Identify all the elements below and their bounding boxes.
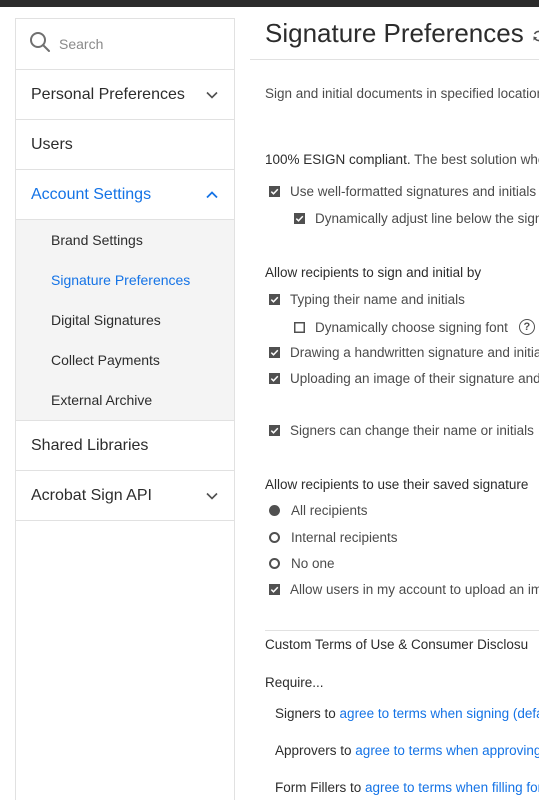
change-name-option[interactable]: Signers can change their name or initial…: [269, 422, 539, 438]
sidebar: Search Personal Preferences Users Accoun…: [15, 18, 235, 800]
radio-internal-recipients[interactable]: Internal recipients: [269, 530, 398, 545]
radio-unselected-icon[interactable]: [269, 532, 280, 543]
option-label: Internal recipients: [291, 530, 398, 545]
sidebar-subitem-label: External Archive: [51, 392, 153, 408]
page-header: Signature Preferences: [265, 18, 539, 49]
allow-sign-heading: Allow recipients to sign and initial by: [265, 265, 482, 280]
esign-bold-text: 100% ESIGN compliant.: [265, 152, 411, 167]
saved-signature-heading: Allow recipients to use their saved sign…: [265, 477, 529, 492]
checkbox-checked-icon[interactable]: [294, 213, 305, 224]
sidebar-item-personal-preferences[interactable]: Personal Preferences: [16, 70, 234, 120]
search-placeholder: Search: [59, 36, 104, 52]
option-label: Typing their name and initials: [290, 292, 465, 307]
radio-no-one[interactable]: No one: [269, 556, 335, 571]
well-formatted-option[interactable]: Use well-formatted signatures and initia…: [269, 184, 536, 199]
option-label: No one: [291, 556, 335, 571]
option-label: Uploading an image of their signature an…: [290, 371, 539, 386]
main-content: Signature Preferences Sign and initial d…: [250, 0, 539, 800]
sidebar-subitem-label: Signature Preferences: [51, 272, 191, 288]
sidebar-item-label: Account Settings: [31, 185, 152, 203]
search-icon: [29, 31, 51, 58]
checkbox-checked-icon[interactable]: [269, 294, 280, 305]
refresh-icon[interactable]: [524, 25, 539, 43]
sidebar-item-account-settings[interactable]: Account Settings: [16, 170, 234, 220]
help-icon[interactable]: ?: [518, 319, 535, 335]
sidebar-item-label: Acrobat Sign API: [31, 486, 152, 504]
sidebar-subitem-label: Digital Signatures: [51, 312, 161, 328]
option-label: Dynamically choose signing font: [315, 319, 508, 335]
approvers-prefix: Approvers to: [275, 743, 356, 758]
radio-unselected-icon[interactable]: [269, 558, 280, 569]
esign-description: 100% ESIGN compliant. The best solution …: [265, 152, 539, 167]
sidebar-item-label: Shared Libraries: [31, 436, 149, 454]
sidebar-item-label: Users: [31, 135, 73, 153]
sidebar-item-shared-libraries[interactable]: Shared Libraries: [16, 421, 234, 471]
require-label: Require...: [265, 675, 324, 690]
sidebar-item-users[interactable]: Users: [16, 120, 234, 170]
checkbox-checked-icon[interactable]: [269, 424, 280, 436]
search-input[interactable]: Search: [16, 19, 234, 70]
sidebar-subitem-digital-signatures[interactable]: Digital Signatures: [16, 300, 234, 340]
sidebar-subitem-signature-preferences[interactable]: Signature Preferences: [16, 260, 234, 300]
sidebar-subitem-label: Collect Payments: [51, 352, 160, 368]
sidebar-item-acrobat-sign-api[interactable]: Acrobat Sign API: [16, 471, 234, 521]
drawing-option[interactable]: Drawing a handwritten signature and init…: [269, 345, 539, 360]
sidebar-subitem-external-archive[interactable]: External Archive: [16, 380, 234, 420]
checkbox-checked-icon[interactable]: [269, 186, 280, 197]
fillers-terms-link[interactable]: agree to terms when filling for: [365, 780, 539, 795]
approvers-terms: Approvers to agree to terms when approvi…: [275, 743, 539, 758]
sidebar-subitem-label: Brand Settings: [51, 232, 143, 248]
intro-text: Sign and initial documents in specified …: [265, 86, 539, 101]
checkbox-checked-icon[interactable]: [269, 373, 280, 384]
allow-upload-option[interactable]: Allow users in my account to upload an i…: [269, 582, 539, 597]
radio-all-recipients[interactable]: All recipients: [269, 503, 368, 518]
custom-terms-heading: Custom Terms of Use & Consumer Disclosu: [265, 637, 529, 652]
sidebar-item-label: Personal Preferences: [31, 85, 185, 103]
option-label: All recipients: [291, 503, 368, 518]
signers-terms-link[interactable]: agree to terms when signing (defa: [340, 706, 539, 721]
option-label: Drawing a handwritten signature and init…: [290, 345, 539, 360]
option-label: Dynamically adjust line below the sign: [315, 211, 539, 226]
signers-prefix: Signers to: [275, 706, 340, 721]
checkbox-checked-icon[interactable]: [269, 584, 280, 595]
approvers-terms-link[interactable]: agree to terms when approving: [355, 743, 539, 758]
typing-option[interactable]: Typing their name and initials: [269, 292, 465, 307]
chevron-down-icon: [206, 91, 218, 99]
chevron-up-icon: [206, 190, 218, 199]
divider: [265, 630, 539, 631]
page-title: Signature Preferences: [265, 18, 524, 48]
account-settings-submenu: Brand Settings Signature Preferences Dig…: [16, 220, 234, 421]
dynamic-line-option[interactable]: Dynamically adjust line below the sign: [294, 211, 539, 226]
option-label: Signers can change their name or initial…: [290, 422, 534, 438]
radio-selected-icon[interactable]: [269, 505, 280, 516]
option-label: Allow users in my account to upload an i…: [290, 582, 539, 597]
dynamic-font-option[interactable]: Dynamically choose signing font ?: [294, 319, 535, 335]
sidebar-subitem-brand-settings[interactable]: Brand Settings: [16, 220, 234, 260]
checkbox-unchecked-icon[interactable]: [294, 321, 305, 333]
signers-terms: Signers to agree to terms when signing (…: [275, 706, 539, 721]
uploading-option[interactable]: Uploading an image of their signature an…: [269, 371, 539, 386]
checkbox-checked-icon[interactable]: [269, 347, 280, 358]
esign-rest-text: The best solution whe: [410, 152, 539, 167]
chevron-down-icon: [206, 492, 218, 500]
option-label: Use well-formatted signatures and initia…: [290, 184, 537, 199]
form-fillers-terms: Form Fillers to agree to terms when fill…: [275, 780, 539, 795]
sidebar-subitem-collect-payments[interactable]: Collect Payments: [16, 340, 234, 380]
fillers-prefix: Form Fillers to: [275, 780, 366, 795]
divider: [250, 59, 539, 60]
